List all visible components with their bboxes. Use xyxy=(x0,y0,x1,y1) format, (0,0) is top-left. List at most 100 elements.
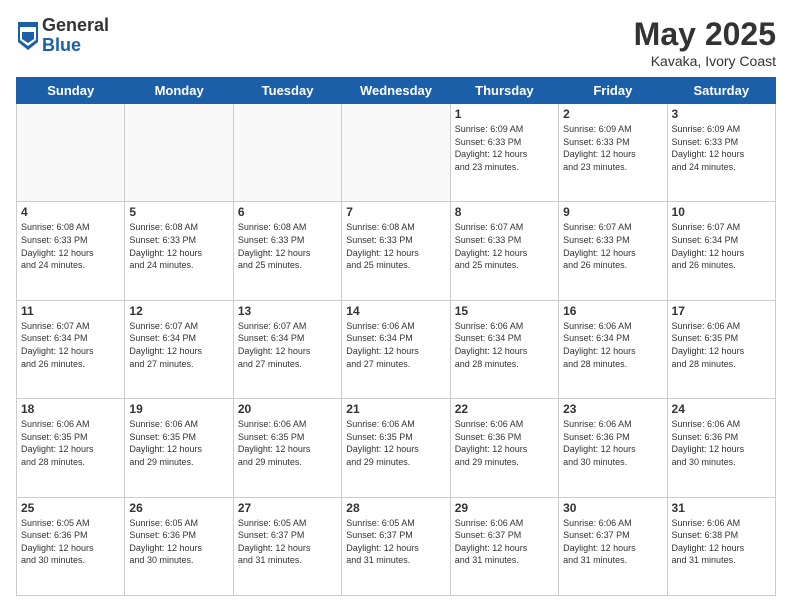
cell-w1-d7: 3Sunrise: 6:09 AM Sunset: 6:33 PM Daylig… xyxy=(667,104,775,202)
day-number-9: 9 xyxy=(563,205,662,219)
day-info-6: Sunrise: 6:08 AM Sunset: 6:33 PM Dayligh… xyxy=(238,221,337,271)
cell-w1-d4 xyxy=(342,104,450,202)
cell-w4-d3: 20 Sunrise: 6:06 AM Sunset: 6:35 PM Dayli… xyxy=(233,399,341,497)
cell-w3-d7: 17 Sunrise: 6:06 AM Sunset: 6:35 PM Dayli… xyxy=(667,300,775,398)
day-info-2: Sunrise: 6:09 AM Sunset: 6:33 PM Dayligh… xyxy=(563,123,662,173)
day-info-23: Sunrise: 6:06 AM Sunset: 6:36 PM Dayligh… xyxy=(563,418,662,468)
col-friday: Friday xyxy=(559,78,667,104)
day-info-20: Sunrise: 6:06 AM Sunset: 6:35 PM Dayligh… xyxy=(238,418,337,468)
cell-w5-d7: 31 Sunrise: 6:06 AM Sunset: 6:38 PM Dayli… xyxy=(667,497,775,595)
day-number-18: 18 xyxy=(21,402,120,416)
day-number-17: 17 xyxy=(672,304,771,318)
col-sunday: Sunday xyxy=(17,78,125,104)
cell-w4-d2: 19Sunrise: 6:06 AM Sunset: 6:35 PM Dayli… xyxy=(125,399,233,497)
calendar-header: Sunday Monday Tuesday Wednesday Thursday… xyxy=(17,78,776,104)
location: Kavaka, Ivory Coast xyxy=(634,53,776,69)
day-info-30: Sunrise: 6:06 AM Sunset: 6:37 PM Dayligh… xyxy=(563,517,662,567)
month-title: May 2025 xyxy=(634,16,776,53)
day-info-10: Sunrise: 6:07 AM Sunset: 6:34 PM Dayligh… xyxy=(672,221,771,271)
day-number-7: 7 xyxy=(346,205,445,219)
day-number-27: 27 xyxy=(238,501,337,515)
cell-w3-d5: 15 Sunrise: 6:06 AM Sunset: 6:34 PM Dayli… xyxy=(450,300,558,398)
day-number-16: 16 xyxy=(563,304,662,318)
logo-general-text: General xyxy=(42,16,109,36)
day-info-15: Sunrise: 6:06 AM Sunset: 6:34 PM Dayligh… xyxy=(455,320,554,370)
day-number-31: 31 xyxy=(672,501,771,515)
day-number-20: 20 xyxy=(238,402,337,416)
cell-w5-d2: 26Sunrise: 6:05 AM Sunset: 6:36 PM Dayli… xyxy=(125,497,233,595)
day-number-14: 14 xyxy=(346,304,445,318)
cell-w5-d4: 28 Sunrise: 6:05 AM Sunset: 6:37 PM Dayli… xyxy=(342,497,450,595)
logo-icon xyxy=(18,22,38,50)
week-row-2: 4 Sunrise: 6:08 AM Sunset: 6:33 PM Daylig… xyxy=(17,202,776,300)
day-info-29: Sunrise: 6:06 AM Sunset: 6:37 PM Dayligh… xyxy=(455,517,554,567)
day-number-1: 1 xyxy=(455,107,554,121)
page: General Blue May 2025 Kavaka, Ivory Coas… xyxy=(0,0,792,612)
calendar-table: Sunday Monday Tuesday Wednesday Thursday… xyxy=(16,77,776,596)
day-info-14: Sunrise: 6:06 AM Sunset: 6:34 PM Dayligh… xyxy=(346,320,445,370)
col-thursday: Thursday xyxy=(450,78,558,104)
day-number-28: 28 xyxy=(346,501,445,515)
cell-w2-d5: 8 Sunrise: 6:07 AM Sunset: 6:33 PM Daylig… xyxy=(450,202,558,300)
cell-w3-d3: 13Sunrise: 6:07 AM Sunset: 6:34 PM Dayli… xyxy=(233,300,341,398)
week-row-1: 1 Sunrise: 6:09 AM Sunset: 6:33 PM Daylig… xyxy=(17,104,776,202)
day-number-10: 10 xyxy=(672,205,771,219)
day-info-8: Sunrise: 6:07 AM Sunset: 6:33 PM Dayligh… xyxy=(455,221,554,271)
col-monday: Monday xyxy=(125,78,233,104)
day-info-25: Sunrise: 6:05 AM Sunset: 6:36 PM Dayligh… xyxy=(21,517,120,567)
cell-w1-d5: 1 Sunrise: 6:09 AM Sunset: 6:33 PM Daylig… xyxy=(450,104,558,202)
cell-w5-d1: 25Sunrise: 6:05 AM Sunset: 6:36 PM Dayli… xyxy=(17,497,125,595)
cell-w3-d1: 11Sunrise: 6:07 AM Sunset: 6:34 PM Dayli… xyxy=(17,300,125,398)
day-info-5: Sunrise: 6:08 AM Sunset: 6:33 PM Dayligh… xyxy=(129,221,228,271)
day-info-18: Sunrise: 6:06 AM Sunset: 6:35 PM Dayligh… xyxy=(21,418,120,468)
day-info-12: Sunrise: 6:07 AM Sunset: 6:34 PM Dayligh… xyxy=(129,320,228,370)
day-info-21: Sunrise: 6:06 AM Sunset: 6:35 PM Dayligh… xyxy=(346,418,445,468)
day-info-24: Sunrise: 6:06 AM Sunset: 6:36 PM Dayligh… xyxy=(672,418,771,468)
cell-w5-d5: 29Sunrise: 6:06 AM Sunset: 6:37 PM Dayli… xyxy=(450,497,558,595)
cell-w1-d1 xyxy=(17,104,125,202)
cell-w4-d7: 24 Sunrise: 6:06 AM Sunset: 6:36 PM Dayli… xyxy=(667,399,775,497)
cell-w1-d6: 2 Sunrise: 6:09 AM Sunset: 6:33 PM Daylig… xyxy=(559,104,667,202)
day-number-23: 23 xyxy=(563,402,662,416)
day-info-11: Sunrise: 6:07 AM Sunset: 6:34 PM Dayligh… xyxy=(21,320,120,370)
day-number-5: 5 xyxy=(129,205,228,219)
day-info-1: Sunrise: 6:09 AM Sunset: 6:33 PM Dayligh… xyxy=(455,123,554,173)
cell-w4-d1: 18 Sunrise: 6:06 AM Sunset: 6:35 PM Dayli… xyxy=(17,399,125,497)
cell-w4-d5: 22Sunrise: 6:06 AM Sunset: 6:36 PM Dayli… xyxy=(450,399,558,497)
calendar-body: 1 Sunrise: 6:09 AM Sunset: 6:33 PM Daylig… xyxy=(17,104,776,596)
day-info-7: Sunrise: 6:08 AM Sunset: 6:33 PM Dayligh… xyxy=(346,221,445,271)
col-wednesday: Wednesday xyxy=(342,78,450,104)
cell-w3-d6: 16Sunrise: 6:06 AM Sunset: 6:34 PM Dayli… xyxy=(559,300,667,398)
cell-w2-d1: 4 Sunrise: 6:08 AM Sunset: 6:33 PM Daylig… xyxy=(17,202,125,300)
week-row-3: 11Sunrise: 6:07 AM Sunset: 6:34 PM Dayli… xyxy=(17,300,776,398)
day-info-31: Sunrise: 6:06 AM Sunset: 6:38 PM Dayligh… xyxy=(672,517,771,567)
day-info-28: Sunrise: 6:05 AM Sunset: 6:37 PM Dayligh… xyxy=(346,517,445,567)
logo: General Blue xyxy=(16,16,109,56)
day-number-22: 22 xyxy=(455,402,554,416)
day-number-30: 30 xyxy=(563,501,662,515)
day-number-4: 4 xyxy=(21,205,120,219)
header-row: Sunday Monday Tuesday Wednesday Thursday… xyxy=(17,78,776,104)
day-info-4: Sunrise: 6:08 AM Sunset: 6:33 PM Dayligh… xyxy=(21,221,120,271)
day-number-3: 3 xyxy=(672,107,771,121)
day-info-26: Sunrise: 6:05 AM Sunset: 6:36 PM Dayligh… xyxy=(129,517,228,567)
cell-w4-d6: 23 Sunrise: 6:06 AM Sunset: 6:36 PM Dayli… xyxy=(559,399,667,497)
day-info-17: Sunrise: 6:06 AM Sunset: 6:35 PM Dayligh… xyxy=(672,320,771,370)
cell-w4-d4: 21 Sunrise: 6:06 AM Sunset: 6:35 PM Dayli… xyxy=(342,399,450,497)
day-number-19: 19 xyxy=(129,402,228,416)
cell-w2-d2: 5 Sunrise: 6:08 AM Sunset: 6:33 PM Daylig… xyxy=(125,202,233,300)
day-number-8: 8 xyxy=(455,205,554,219)
day-number-24: 24 xyxy=(672,402,771,416)
cell-w2-d3: 6 Sunrise: 6:08 AM Sunset: 6:33 PM Daylig… xyxy=(233,202,341,300)
cell-w2-d6: 9Sunrise: 6:07 AM Sunset: 6:33 PM Daylig… xyxy=(559,202,667,300)
day-number-12: 12 xyxy=(129,304,228,318)
title-area: May 2025 Kavaka, Ivory Coast xyxy=(634,16,776,69)
day-number-21: 21 xyxy=(346,402,445,416)
day-number-15: 15 xyxy=(455,304,554,318)
logo-blue-text: Blue xyxy=(42,36,109,56)
cell-w3-d4: 14 Sunrise: 6:06 AM Sunset: 6:34 PM Dayli… xyxy=(342,300,450,398)
col-tuesday: Tuesday xyxy=(233,78,341,104)
logo-text: General Blue xyxy=(42,16,109,56)
day-number-6: 6 xyxy=(238,205,337,219)
day-number-2: 2 xyxy=(563,107,662,121)
